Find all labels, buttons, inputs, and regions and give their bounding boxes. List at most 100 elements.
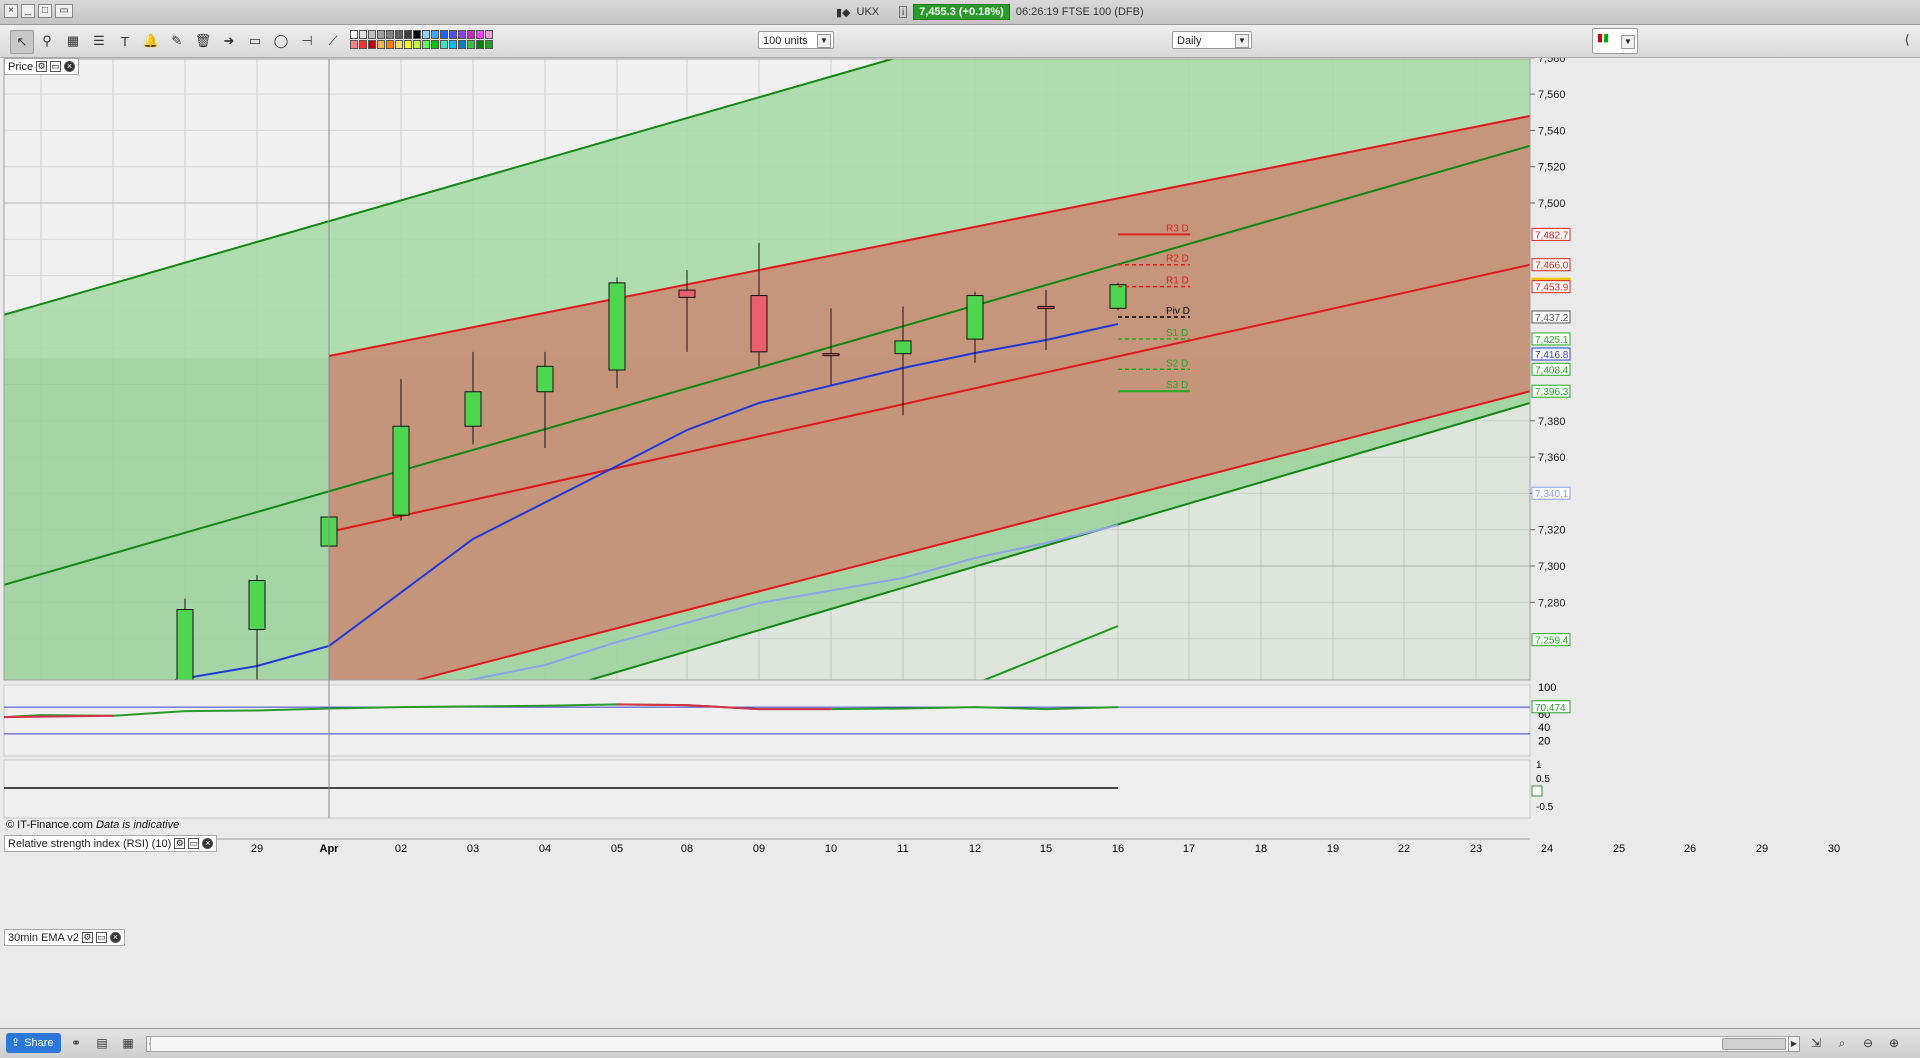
color-swatch[interactable]	[386, 30, 394, 39]
period-select-value: Daily	[1177, 35, 1202, 47]
settings-icon[interactable]: ⚙	[36, 61, 48, 72]
color-swatch[interactable]	[422, 40, 430, 49]
date-axis-label: 03	[467, 843, 479, 855]
chart-area[interactable]: R3 D R2 D R1 D Piv D S1 D S2 D S3 D 7,580 7,560 7…	[0, 53, 1920, 1018]
color-swatch[interactable]	[440, 30, 448, 39]
info-icon[interactable]: i	[899, 6, 908, 18]
maximize-icon[interactable]: ▭	[50, 61, 62, 72]
restore-window-icon[interactable]: □	[38, 4, 52, 18]
zoom-in-icon[interactable]: ⊕	[1886, 1035, 1902, 1051]
color-swatch[interactable]	[377, 30, 385, 39]
color-swatch[interactable]	[449, 30, 457, 39]
link-icon[interactable]: ⚭	[68, 1035, 84, 1051]
period-select[interactable]: Daily ▼	[1172, 31, 1252, 49]
reset-zoom-icon[interactable]: ⌕	[1834, 1035, 1850, 1051]
settings-icon[interactable]: ⚙	[81, 932, 93, 943]
copyright-note: © IT-Finance.com Data is indicative	[6, 819, 179, 831]
date-axis-label: 29	[1756, 843, 1768, 855]
chevron-down-icon[interactable]: ▼	[1235, 34, 1249, 48]
close-icon[interactable]: ×	[202, 838, 214, 849]
study-icon[interactable]: ▦	[62, 30, 84, 52]
color-swatch[interactable]	[350, 40, 358, 49]
color-swatch[interactable]	[404, 30, 412, 39]
price-axis-label: 7,500	[1538, 198, 1566, 210]
panel-toggle-icon[interactable]: ⟨	[1896, 29, 1918, 51]
candle-bull	[392, 425, 410, 516]
color-swatch[interactable]	[359, 40, 367, 49]
color-swatch[interactable]	[386, 40, 394, 49]
fib-icon[interactable]: ☰	[88, 30, 110, 52]
minimize-window-icon[interactable]: _	[21, 4, 35, 18]
date-axis-label: 29	[251, 843, 263, 855]
color-swatch[interactable]	[413, 40, 421, 49]
color-swatch[interactable]	[413, 30, 421, 39]
pivot-label: S3 D	[1166, 380, 1188, 391]
hline-icon[interactable]: ⊣	[296, 30, 318, 52]
color-swatch[interactable]	[395, 40, 403, 49]
color-swatch[interactable]	[449, 40, 457, 49]
ema-axis-label: 1	[1536, 760, 1542, 771]
zoom-out-icon[interactable]: ⊖	[1860, 1035, 1876, 1051]
color-swatch[interactable]	[422, 30, 430, 39]
price-axis-label: 7,380	[1538, 416, 1566, 428]
color-swatch[interactable]	[485, 40, 493, 49]
window-controls: × _ □ ▭	[4, 4, 73, 18]
color-swatch[interactable]	[467, 40, 475, 49]
pointer-icon[interactable]: ↖	[10, 30, 34, 54]
chart-scrollbar[interactable]	[150, 1036, 1790, 1052]
color-swatch[interactable]	[431, 30, 439, 39]
chevron-down-icon[interactable]: ▼	[817, 34, 831, 48]
close-icon[interactable]: ×	[109, 932, 121, 943]
maximize-icon[interactable]: ▭	[95, 932, 107, 943]
zoom-icon[interactable]: ⚲	[36, 30, 58, 52]
settings-icon[interactable]: ⚙	[174, 838, 186, 849]
arrow-icon[interactable]: ➜	[218, 30, 240, 52]
candle-bear	[678, 289, 696, 298]
ellipse-icon[interactable]: ◯	[270, 30, 292, 52]
date-axis-label: 11	[897, 843, 908, 855]
scrollbar-thumb[interactable]	[1722, 1038, 1786, 1050]
color-swatch[interactable]	[377, 40, 385, 49]
deal-icon[interactable]: ▮◆	[836, 6, 851, 19]
color-swatch[interactable]	[467, 30, 475, 39]
trendline-icon[interactable]: ⟋	[322, 30, 344, 52]
scroll-right-icon[interactable]: ▶	[1788, 1036, 1800, 1052]
rectangle-icon[interactable]: ▭	[244, 30, 266, 52]
keyboard-icon[interactable]: ▭	[55, 4, 73, 18]
color-swatch[interactable]	[350, 30, 358, 39]
color-swatch[interactable]	[458, 30, 466, 39]
date-axis-label: 15	[1040, 843, 1052, 855]
autoscale-icon[interactable]: ⇲	[1808, 1035, 1824, 1051]
alert-icon[interactable]: 🔔	[140, 30, 162, 52]
color-swatch[interactable]	[485, 30, 493, 39]
color-swatch[interactable]	[395, 30, 403, 39]
color-swatch[interactable]	[404, 40, 412, 49]
grid-icon[interactable]: ▦	[120, 1035, 136, 1051]
color-swatch[interactable]	[440, 40, 448, 49]
color-swatch[interactable]	[458, 40, 466, 49]
pivot-label: Piv D	[1166, 306, 1190, 317]
color-swatch[interactable]	[476, 40, 484, 49]
rsi-axis-label: 100	[1538, 682, 1556, 694]
chart-type-button[interactable]: ▮▮ ▼	[1592, 28, 1638, 54]
pivot-label: S2 D	[1166, 358, 1188, 369]
color-swatch[interactable]	[431, 40, 439, 49]
pen-icon[interactable]: ✎	[166, 30, 188, 52]
delete-icon[interactable]: 🗑	[192, 30, 214, 52]
close-window-icon[interactable]: ×	[4, 4, 18, 18]
share-button[interactable]: ⇪ Share	[6, 1033, 61, 1053]
layout-icon[interactable]: ▤	[94, 1035, 110, 1051]
color-swatch[interactable]	[368, 30, 376, 39]
chart-canvas[interactable]: R3 D R2 D R1 D Piv D S1 D S2 D S3 D 7,580 7,560 7…	[0, 53, 1920, 1018]
color-swatch[interactable]	[368, 40, 376, 49]
color-swatch[interactable]	[359, 30, 367, 39]
text-icon[interactable]: T	[114, 30, 136, 52]
indicative-text: Data is indicative	[96, 819, 180, 831]
units-select[interactable]: 100 units ▼	[758, 31, 834, 49]
maximize-icon[interactable]: ▭	[188, 838, 200, 849]
chevron-down-icon[interactable]: ▼	[1621, 35, 1635, 49]
close-icon[interactable]: ×	[64, 61, 76, 72]
color-swatch[interactable]	[476, 30, 484, 39]
price-flag-label: 7,340.1	[1535, 489, 1569, 500]
candle-bull	[248, 580, 266, 631]
